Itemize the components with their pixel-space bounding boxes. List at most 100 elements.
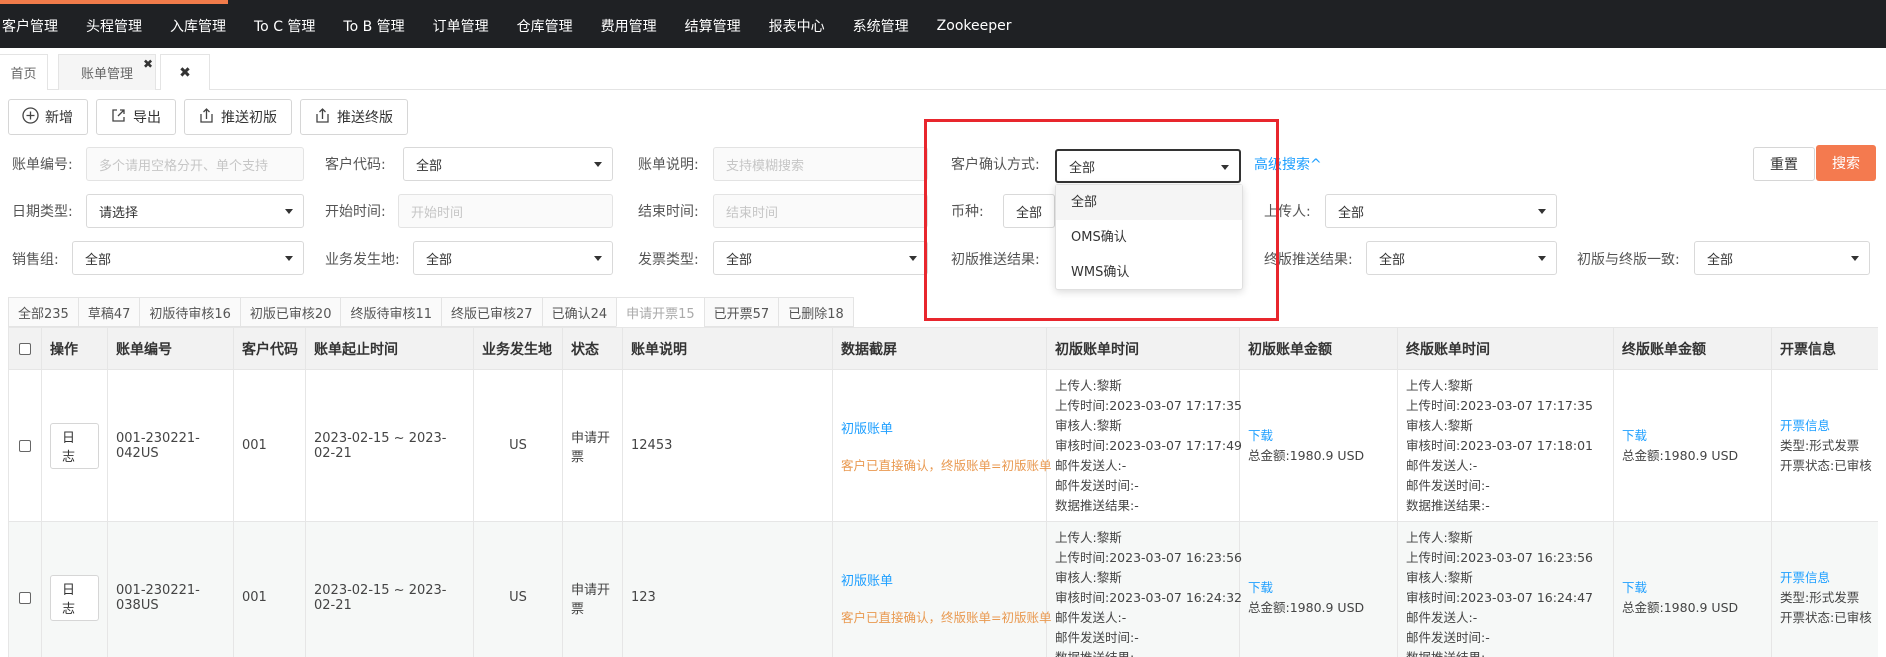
export-button[interactable]: 导出 [96, 99, 176, 135]
row-checkbox[interactable] [19, 591, 31, 604]
row-checkbox[interactable] [19, 439, 31, 452]
initial-reviewer: 审核人:黎斯 [1055, 417, 1122, 433]
action-toolbar: 新增 导出 推送初版 推送终版 [8, 99, 408, 135]
option-wms-confirm[interactable]: WMS确认 [1056, 255, 1242, 290]
uploader-value: 全部 [1338, 205, 1365, 221]
nav-settlement[interactable]: 结算管理 [671, 16, 755, 36]
final-total-amount: 总金额:1980.9 USD [1622, 447, 1739, 463]
initial-push-result: 数据推送结果:- [1055, 649, 1139, 657]
nav-first-leg[interactable]: 头程管理 [72, 16, 156, 36]
table-row: 日志 001-230221-038US 001 2023-02-15 ~ 202… [8, 521, 1878, 657]
tab-bill-management[interactable]: 账单管理 ✖ [58, 54, 156, 90]
advanced-search-link[interactable]: 高级搜索^ [1254, 154, 1322, 174]
nav-fees[interactable]: 费用管理 [587, 16, 671, 36]
final-review-time: 审核时间:2023-03-07 16:24:47 [1406, 589, 1593, 605]
initial-mail-time: 邮件发送时间:- [1055, 477, 1139, 493]
select-all-checkbox[interactable] [19, 342, 31, 355]
initial-download-link[interactable]: 下载 [1248, 426, 1389, 446]
export-icon [109, 107, 127, 128]
confirm-method-select[interactable]: 全部 [1055, 149, 1241, 183]
invoice-type: 类型:形式发票 [1780, 589, 1860, 605]
bill-desc-input[interactable]: 支持模糊搜索 [713, 147, 928, 181]
nav-warehouse[interactable]: 仓库管理 [503, 16, 587, 36]
close-all-tabs-icon[interactable]: ✖ [160, 54, 210, 90]
final-download-link[interactable]: 下载 [1622, 426, 1763, 446]
nav-customer[interactable]: 客户管理 [0, 16, 72, 36]
log-button[interactable]: 日志 [50, 574, 99, 621]
customer-code-value: 全部 [416, 158, 443, 174]
initial-download-link[interactable]: 下载 [1248, 578, 1389, 598]
reset-button[interactable]: 重置 [1753, 147, 1815, 181]
location-cell: US [473, 369, 563, 522]
date-type-label: 日期类型: [12, 204, 73, 220]
currency-label: 币种: [951, 204, 984, 220]
caret-down-icon [285, 209, 293, 214]
nav-zookeeper[interactable]: Zookeeper [923, 18, 1026, 34]
currency-value: 全部 [1016, 205, 1043, 221]
caret-down-icon [1851, 256, 1859, 261]
initial-bill-link[interactable]: 初版账单 [841, 418, 1038, 437]
date-type-select[interactable]: 请选择 [86, 194, 304, 228]
currency-select[interactable]: 全部 [1003, 194, 1055, 228]
bill-no-input[interactable]: 多个请用空格分开、单个支持 [86, 147, 304, 181]
initial-review-time: 审核时间:2023-03-07 17:17:49 [1055, 437, 1242, 453]
caret-down-icon [1538, 209, 1546, 214]
status-tab-invoiced[interactable]: 已开票57 [703, 297, 780, 327]
push-initial-button[interactable]: 推送初版 [184, 99, 292, 135]
invoice-info-link[interactable]: 开票信息 [1780, 416, 1870, 436]
bill-table: 操作 账单编号 客户代码 账单起止时间 业务发生地 状态 账单说明 数据截屏 初… [8, 327, 1878, 657]
bill-no-label: 账单编号: [12, 157, 73, 173]
tab-home[interactable]: 首页 [0, 54, 48, 90]
tab-close-icon[interactable]: ✖ [143, 57, 153, 71]
initial-mail-time: 邮件发送时间:- [1055, 629, 1139, 645]
final-total-amount: 总金额:1980.9 USD [1622, 599, 1739, 615]
final-download-link[interactable]: 下载 [1622, 578, 1763, 598]
screenshot-cell: 初版账单 客户已直接确认，终版账单=初版账单 [832, 521, 1051, 657]
status-tab-final-approved[interactable]: 终版已审核27 [441, 297, 543, 327]
header-location: 业务发生地 [473, 327, 563, 370]
status-tab-all[interactable]: 全部235 [8, 297, 79, 327]
push-final-button[interactable]: 推送终版 [300, 99, 408, 135]
customer-code-label: 客户代码: [325, 157, 386, 173]
nav-to-c[interactable]: To C 管理 [240, 16, 329, 36]
description-cell: 123 [622, 521, 833, 657]
initial-bill-link[interactable]: 初版账单 [841, 570, 1038, 589]
status-tab-initial-pending[interactable]: 初版待审核16 [139, 297, 241, 327]
log-button[interactable]: 日志 [50, 422, 99, 469]
invoice-type-select[interactable]: 全部 [713, 241, 928, 275]
invoice-type-value: 全部 [726, 252, 753, 268]
uploader-select[interactable]: 全部 [1325, 194, 1557, 228]
nav-system[interactable]: 系统管理 [839, 16, 923, 36]
status-tab-initial-approved[interactable]: 初版已审核20 [239, 297, 342, 327]
status-tab-final-pending[interactable]: 终版待审核11 [340, 297, 443, 327]
status-tab-draft[interactable]: 草稿47 [77, 297, 141, 327]
nav-reports[interactable]: 报表中心 [755, 16, 839, 36]
end-time-input[interactable]: 结束时间 [713, 194, 928, 228]
search-button[interactable]: 搜索 [1816, 145, 1876, 181]
status-tab-deleted[interactable]: 已删除18 [778, 297, 854, 327]
biz-location-value: 全部 [426, 252, 453, 268]
nav-inbound[interactable]: 入库管理 [156, 16, 240, 36]
status-tab-invoice-requested[interactable]: 申请开票15 [616, 297, 705, 327]
final-amount-cell: 下载 总金额:1980.9 USD [1613, 521, 1772, 657]
final-push-result-select[interactable]: 全部 [1366, 241, 1557, 275]
customer-code-select[interactable]: 全部 [403, 147, 613, 181]
initial-uploader: 上传人:黎斯 [1055, 529, 1122, 545]
uploader-label: 上传人: [1264, 204, 1311, 220]
biz-location-select[interactable]: 全部 [413, 241, 613, 275]
invoice-info-link[interactable]: 开票信息 [1780, 568, 1870, 588]
page-tabs-bar: 首页 账单管理 ✖ ✖ [0, 52, 1886, 90]
start-time-input[interactable]: 开始时间 [398, 194, 613, 228]
final-push-result-label: 终版推送结果: [1264, 252, 1353, 268]
option-all[interactable]: 全部 [1056, 185, 1242, 220]
sales-group-select[interactable]: 全部 [72, 241, 304, 275]
final-review-time: 审核时间:2023-03-07 17:18:01 [1406, 437, 1593, 453]
nav-orders[interactable]: 订单管理 [419, 16, 503, 36]
option-oms-confirm[interactable]: OMS确认 [1056, 220, 1242, 255]
consistency-select[interactable]: 全部 [1694, 241, 1870, 275]
nav-to-b[interactable]: To B 管理 [329, 16, 418, 36]
header-customer-code: 客户代码 [233, 327, 306, 370]
header-action: 操作 [41, 327, 108, 370]
add-button[interactable]: 新增 [8, 99, 88, 135]
status-tab-confirmed[interactable]: 已确认24 [541, 297, 618, 327]
